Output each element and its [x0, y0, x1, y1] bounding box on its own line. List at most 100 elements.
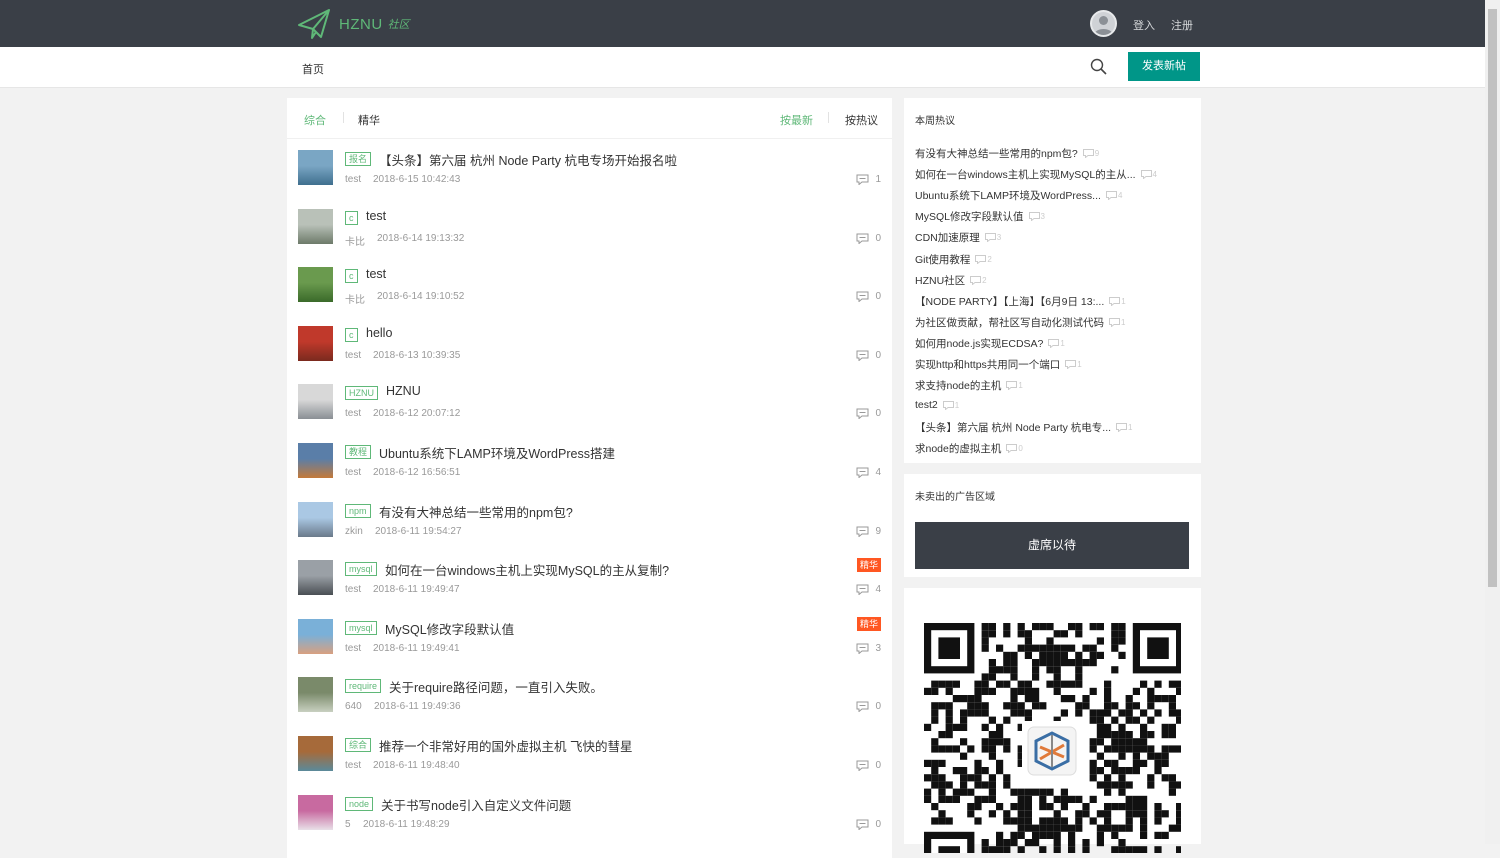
hot-topic-item[interactable]: 求node的虚拟主机 0	[915, 441, 1023, 456]
register-link[interactable]: 注册	[1171, 17, 1193, 33]
post-title[interactable]: 有没有大神总结一些常用的npm包?	[379, 502, 573, 521]
post-author[interactable]: 卡比	[345, 291, 365, 306]
hot-topic-title[interactable]: 求支持node的主机	[915, 378, 1001, 393]
post-tag-badge[interactable]: require	[345, 679, 382, 694]
post-tag-badge[interactable]: 教程	[345, 445, 372, 459]
post-author[interactable]: test	[345, 584, 361, 595]
post-row[interactable]: mysql MySQL修改字段默认值 test 2018-6-11 19:49:41 3…	[287, 607, 892, 666]
post-row[interactable]: require 关于require路径问题，一直引入失败。 640 2018-6-11…	[287, 665, 892, 724]
hot-topic-title[interactable]: HZNU社区	[915, 273, 965, 288]
hot-topic-item[interactable]: MySQL修改字段默认值 3	[915, 209, 1045, 224]
post-author-avatar[interactable]	[298, 325, 333, 361]
ad-placeholder[interactable]: 虚席以待	[915, 522, 1189, 569]
post-title[interactable]: test	[366, 267, 386, 281]
post-author-avatar[interactable]	[298, 384, 333, 420]
post-author-avatar[interactable]	[298, 736, 333, 771]
post-tag-badge[interactable]: npm	[345, 503, 371, 518]
post-author-avatar[interactable]	[298, 208, 333, 244]
post-row[interactable]: HZNU HZNU test 2018-6-12 20:07:12 0	[287, 372, 892, 431]
login-link[interactable]: 登入	[1133, 17, 1155, 33]
scrollbar-thumb[interactable]	[1488, 9, 1497, 587]
hot-topic-item[interactable]: 有没有大神总结一些常用的npm包? 9	[915, 146, 1099, 161]
user-avatar[interactable]	[1090, 10, 1117, 37]
search-icon[interactable]	[1090, 58, 1107, 78]
post-author[interactable]: 5	[345, 819, 351, 830]
post-tag-badge[interactable]: c	[345, 269, 358, 284]
tab-all[interactable]: 综合	[304, 112, 326, 128]
post-author[interactable]: 640	[345, 701, 362, 712]
hot-topic-title[interactable]: 有没有大神总结一些常用的npm包?	[915, 146, 1078, 161]
post-title[interactable]: HZNU	[386, 384, 421, 398]
hot-topic-title[interactable]: 求node的虚拟主机	[915, 441, 1001, 456]
post-author[interactable]: test	[345, 174, 361, 185]
post-author[interactable]: test	[345, 643, 361, 654]
hot-topic-item[interactable]: 如何用node.js实现ECDSA? 1	[915, 336, 1065, 351]
post-author[interactable]: test	[345, 467, 361, 478]
hot-topic-title[interactable]: 【NODE PARTY】【上海】【6月9日 13:...	[915, 294, 1104, 309]
post-author[interactable]: 卡比	[345, 233, 365, 248]
post-author[interactable]: test	[345, 760, 361, 771]
hot-topic-item[interactable]: 求支持node的主机 1	[915, 378, 1023, 393]
post-row[interactable]: 报名 【头条】第六届 杭州 Node Party 杭电专场开始报名啦 test 201…	[287, 138, 892, 197]
hot-topic-title[interactable]: 如何在一台windows主机上实现MySQL的主从...	[915, 167, 1136, 182]
post-author[interactable]: test	[345, 408, 361, 419]
hot-topic-item[interactable]: Git使用教程 2	[915, 252, 992, 267]
post-tag-badge[interactable]: 综合	[345, 738, 372, 752]
site-logo[interactable]: HZNU 社区	[297, 8, 410, 40]
post-author[interactable]: test	[345, 350, 361, 361]
post-author[interactable]: zkin	[345, 526, 363, 537]
hot-topic-item[interactable]: 【头条】第六届 杭州 Node Party 杭电专... 1	[915, 420, 1132, 435]
hot-topic-item[interactable]: 如何在一台windows主机上实现MySQL的主从... 4	[915, 167, 1157, 182]
post-tag-badge[interactable]: c	[345, 210, 358, 225]
hot-topic-title[interactable]: CDN加速原理	[915, 230, 980, 245]
hot-topic-item[interactable]: 为社区做贡献，帮社区写自动化测试代码 1	[915, 315, 1125, 330]
hot-topic-item[interactable]: 【NODE PARTY】【上海】【6月9日 13:... 1	[915, 294, 1126, 309]
post-row[interactable]: c test 卡比 2018-6-14 19:10:52 0	[287, 255, 892, 314]
hot-topic-item[interactable]: 实现http和https共用同一个端口 1	[915, 357, 1082, 372]
page-scrollbar[interactable]	[1485, 0, 1500, 844]
hot-topic-title[interactable]: test2	[915, 399, 938, 411]
post-row[interactable]: c test 卡比 2018-6-14 19:13:32 0	[287, 197, 892, 256]
post-row[interactable]: 教程 Ubuntu系统下LAMP环境及WordPress搭建 test 2018-6-…	[287, 431, 892, 490]
post-author-avatar[interactable]	[298, 267, 333, 303]
hot-topic-title[interactable]: 如何用node.js实现ECDSA?	[915, 336, 1043, 351]
tab-essence[interactable]: 精华	[358, 112, 380, 128]
post-author-avatar[interactable]	[298, 677, 333, 713]
post-tag-badge[interactable]: mysql	[345, 562, 377, 577]
post-row[interactable]: npm 有没有大神总结一些常用的npm包? zkin 2018-6-11 19:54:…	[287, 490, 892, 549]
sort-hottest[interactable]: 按热议	[845, 112, 878, 128]
hot-topic-title[interactable]: MySQL修改字段默认值	[915, 209, 1024, 224]
post-title[interactable]: 关于require路径问题，一直引入失败。	[389, 677, 603, 696]
hot-topic-item[interactable]: HZNU社区 2	[915, 273, 987, 288]
post-row[interactable]: mysql 如何在一台windows主机上实现MySQL的主从复制? test 201…	[287, 548, 892, 607]
hot-topic-title[interactable]: Git使用教程	[915, 252, 970, 267]
post-title[interactable]: 关于书写node引入自定义文件问题	[381, 795, 571, 814]
post-title[interactable]: 【头条】第六届 杭州 Node Party 杭电专场开始报名啦	[379, 150, 677, 169]
post-title[interactable]: Ubuntu系统下LAMP环境及WordPress搭建	[379, 443, 615, 462]
hot-topic-title[interactable]: 为社区做贡献，帮社区写自动化测试代码	[915, 315, 1104, 330]
hot-topic-title[interactable]: Ubuntu系统下LAMP环境及WordPress...	[915, 188, 1101, 203]
post-row[interactable]: node 关于书写node引入自定义文件问题 5 2018-6-11 19:48:29…	[287, 783, 892, 842]
post-author-avatar[interactable]	[298, 443, 333, 478]
hot-topic-item[interactable]: test2 1	[915, 399, 959, 411]
nav-home[interactable]: 首页	[302, 61, 324, 77]
post-title[interactable]: hello	[366, 326, 392, 340]
post-author-avatar[interactable]	[298, 150, 333, 185]
post-tag-badge[interactable]: node	[345, 796, 374, 811]
hot-topic-item[interactable]: Ubuntu系统下LAMP环境及WordPress... 4	[915, 188, 1122, 203]
post-tag-badge[interactable]: HZNU	[345, 386, 378, 401]
hot-topic-title[interactable]: 实现http和https共用同一个端口	[915, 357, 1060, 372]
post-row[interactable]: 综合 推荐一个非常好用的国外虚拟主机 飞快的彗星 test 2018-6-11 19:…	[287, 724, 892, 783]
post-title[interactable]: 如何在一台windows主机上实现MySQL的主从复制?	[385, 560, 669, 579]
post-title[interactable]: 推荐一个非常好用的国外虚拟主机 飞快的彗星	[379, 736, 632, 755]
hot-topic-title[interactable]: 【头条】第六届 杭州 Node Party 杭电专...	[915, 420, 1111, 435]
post-author-avatar[interactable]	[298, 794, 333, 830]
post-title[interactable]: MySQL修改字段默认值	[385, 619, 514, 638]
post-author-avatar[interactable]	[298, 560, 333, 596]
post-title[interactable]: test	[366, 209, 386, 223]
new-post-button[interactable]: 发表新帖	[1128, 52, 1200, 81]
post-author-avatar[interactable]	[298, 501, 333, 537]
hot-topic-item[interactable]: CDN加速原理 3	[915, 230, 1001, 245]
post-author-avatar[interactable]	[298, 618, 333, 654]
post-tag-badge[interactable]: mysql	[345, 620, 377, 635]
